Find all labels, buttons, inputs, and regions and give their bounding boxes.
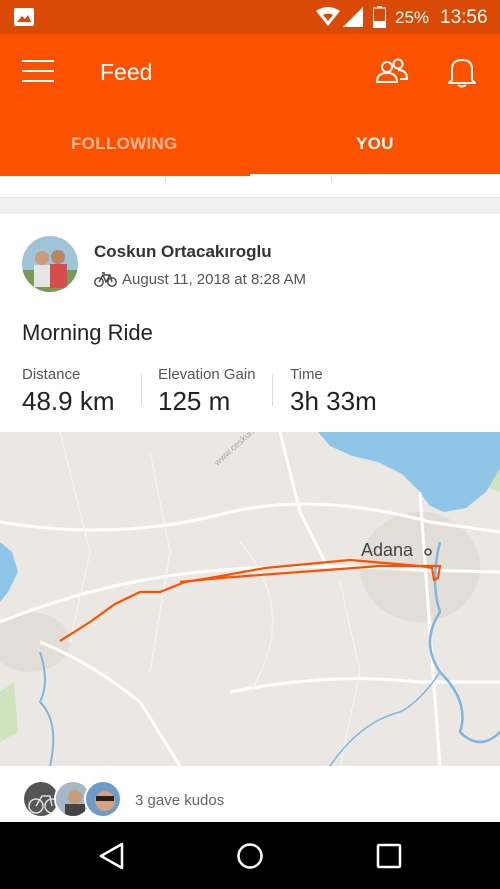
page-title: Feed [100,59,153,85]
route-map[interactable]: Adana www.ceskuncoban.com [0,432,500,766]
app-bar: Feed FOLLOWING YOU [0,34,500,177]
bell-icon[interactable] [448,56,476,88]
athlete-avatar[interactable] [22,236,78,292]
tab-following[interactable]: FOLLOWING [71,134,178,154]
stat-time: Time 3h 33m [290,366,377,417]
activity-date: August 11, 2018 at 8:28 AM [122,271,307,288]
clock: 13:56 [440,7,488,28]
people-icon[interactable] [376,58,408,86]
city-label: Adana [361,540,414,560]
recents-icon[interactable] [376,843,402,869]
map-graphic [0,432,500,766]
stat-elevation: Elevation Gain 125 m [158,366,256,417]
stat-divider [141,374,142,406]
stat-divider [272,374,273,406]
status-bar: 25% 13:56 [0,0,500,34]
stat-value: 48.9 km [22,386,115,416]
home-icon[interactable] [236,842,264,870]
tab-you[interactable]: YOU [356,134,394,154]
previous-card [0,176,500,198]
stat-label: Time [290,366,323,383]
back-icon[interactable] [98,842,124,870]
signal-icon [343,7,363,27]
menu-icon[interactable] [22,60,54,84]
stat-distance: Distance 48.9 km [22,366,115,417]
gallery-icon [14,8,34,26]
stat-label: Elevation Gain [158,366,256,383]
kudos-count[interactable]: 3 gave kudos [135,792,224,809]
activity-card[interactable]: Coskun Ortacakıroglu August 11, 2018 at … [0,214,500,432]
battery-icon [373,6,386,28]
kudos-bar[interactable]: 3 gave kudos [0,766,500,822]
wifi-icon [316,7,340,26]
kudo-avatar[interactable] [84,780,122,818]
system-nav-bar [0,822,500,889]
stat-value: 3h 33m [290,386,377,416]
stat-label: Distance [22,366,81,383]
activity-title[interactable]: Morning Ride [22,320,153,346]
athlete-name[interactable]: Coskun Ortacakıroglu [94,242,272,262]
bike-icon [94,272,117,287]
stat-value: 125 m [158,386,231,416]
battery-percentage: 25% [395,8,430,27]
